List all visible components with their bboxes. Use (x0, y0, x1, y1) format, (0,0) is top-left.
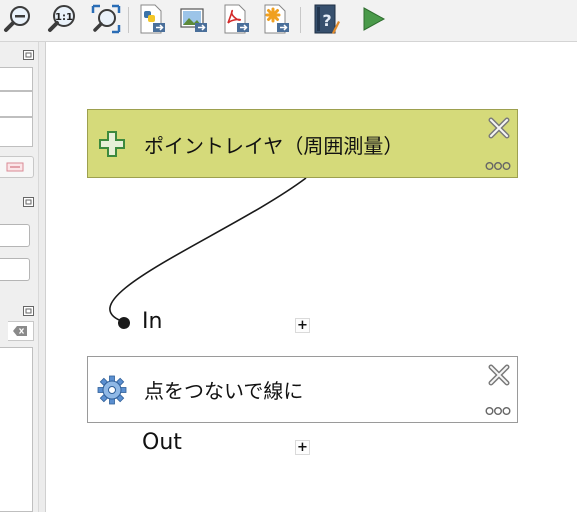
close-icon[interactable] (487, 116, 511, 140)
more-options-icon[interactable] (485, 161, 511, 171)
algorithm-node-label: 点をつないで線に (144, 379, 304, 403)
output-port-label: Out (142, 430, 182, 455)
input-port-dot[interactable] (118, 317, 130, 329)
plus-icon (99, 131, 125, 157)
expand-outputs-button[interactable]: + (295, 440, 310, 455)
expand-inputs-button[interactable]: + (295, 318, 310, 333)
connection-link (109, 177, 307, 323)
input-port-label: In (142, 309, 163, 334)
input-node-label: ポイントレイヤ（周囲測量） (144, 134, 404, 158)
gear-icon (97, 375, 127, 405)
input-parameter-node[interactable]: ポイントレイヤ（周囲測量） (87, 109, 518, 178)
more-options-icon[interactable] (485, 406, 511, 416)
algorithm-node[interactable]: 点をつないで線に (87, 356, 518, 423)
close-icon[interactable] (487, 363, 511, 387)
